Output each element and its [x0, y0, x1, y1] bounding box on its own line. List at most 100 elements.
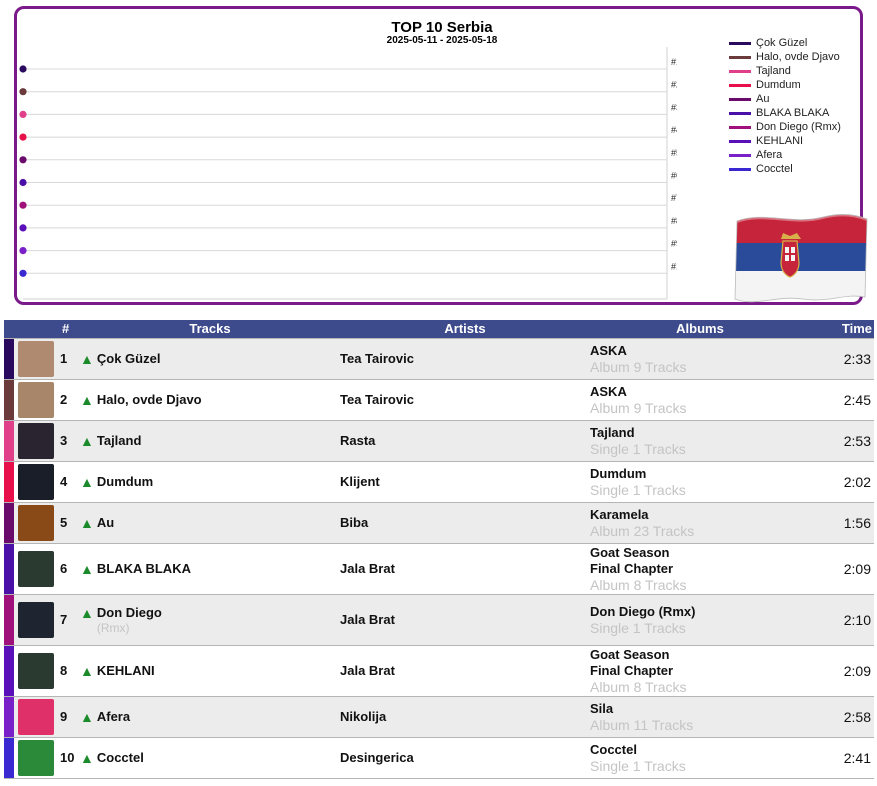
duration-cell: 2:41	[810, 736, 874, 779]
rank-cell: 3	[58, 419, 80, 462]
tracks-table: # Tracks Artists Albums Time 1 ▲ Çok Güzel…	[4, 320, 874, 779]
table-row[interactable]: 10 ▲ Cocctel Desingerica Cocctel Single 1 Tra…	[4, 736, 874, 779]
legend-item[interactable]: Tajland	[729, 64, 841, 78]
legend-item[interactable]: KEHLANI	[729, 134, 841, 148]
album-cell[interactable]: ASKA Album 9 Tracks	[590, 337, 810, 380]
data-point[interactable]	[19, 201, 27, 209]
album-cell[interactable]: Goat Season Final Chapter Album 8 Tracks	[590, 644, 810, 697]
data-point[interactable]	[19, 65, 27, 73]
artist-cell[interactable]: Tea Tairovic	[340, 378, 590, 421]
album-cell[interactable]: Cocctel Single 1 Tracks	[590, 736, 810, 779]
data-point[interactable]	[19, 224, 27, 232]
legend-item[interactable]: Cocctel	[729, 162, 841, 176]
track-cell[interactable]: ▲ Çok Güzel	[80, 337, 340, 380]
header-time: Time	[810, 320, 874, 338]
album-cover-image[interactable]	[18, 698, 54, 735]
track-cell[interactable]: ▲ Au	[80, 501, 340, 544]
cover-cell	[14, 736, 58, 779]
duration-cell: 2:53	[810, 419, 874, 462]
album-cover-image[interactable]	[18, 422, 54, 459]
table-row[interactable]: 5 ▲ Au Biba Karamela Album 23 Tracks 1:56	[4, 501, 874, 544]
table-row[interactable]: 3 ▲ Tajland Rasta Tajland Single 1 Tracks 2:53	[4, 419, 874, 462]
artist-cell[interactable]: Jala Brat	[340, 644, 590, 697]
data-point[interactable]	[19, 156, 27, 164]
legend-item[interactable]: Au	[729, 92, 841, 106]
artist-cell[interactable]: Desingerica	[340, 736, 590, 779]
legend-label: Çok Güzel	[756, 37, 808, 49]
album-cover-image[interactable]	[18, 550, 54, 587]
album-subtitle: Album 23 Tracks	[590, 522, 695, 539]
album-cell[interactable]: Tajland Single 1 Tracks	[590, 419, 810, 462]
up-arrow-icon: ▲	[80, 391, 94, 408]
album-cell[interactable]: Sila Album 11 Tracks	[590, 695, 810, 738]
rank-cell: 4	[58, 460, 80, 503]
artist-cell[interactable]: Klijent	[340, 460, 590, 503]
table-row[interactable]: 1 ▲ Çok Güzel Tea Tairovic ASKA Album 9 Track…	[4, 337, 874, 380]
legend-label: Tajland	[756, 65, 791, 77]
chart-panel: TOP 10 Serbia 2025-05-11 - 2025-05-18 #1…	[14, 6, 868, 305]
up-arrow-icon: ▲	[80, 708, 94, 725]
track-cell[interactable]: ▲ KEHLANI	[80, 644, 340, 697]
track-cell[interactable]: ▲ Cocctel	[80, 736, 340, 779]
track-cell[interactable]: ▲ Afera	[80, 695, 340, 738]
table-row[interactable]: 6 ▲ BLAKA BLAKA Jala Brat Goat Season Final …	[4, 542, 874, 595]
album-name: Goat Season Final Chapter	[590, 544, 674, 576]
album-cover-image[interactable]	[18, 601, 54, 638]
data-point[interactable]	[19, 178, 27, 187]
album-cover-image[interactable]	[18, 504, 54, 541]
album-cell[interactable]: Karamela Album 23 Tracks	[590, 501, 810, 544]
cover-cell	[14, 542, 58, 595]
duration-cell: 2:10	[810, 593, 874, 646]
album-cell[interactable]: Goat Season Final Chapter Album 8 Tracks	[590, 542, 810, 595]
artist-cell[interactable]: Jala Brat	[340, 593, 590, 646]
album-cover-image[interactable]	[18, 652, 54, 689]
track-cell[interactable]: ▲ Don Diego (Rmx)	[80, 593, 340, 646]
track-cell[interactable]: ▲ BLAKA BLAKA	[80, 542, 340, 595]
legend-item[interactable]: Dumdum	[729, 78, 841, 92]
data-point[interactable]	[19, 88, 27, 96]
up-arrow-icon: ▲	[80, 514, 94, 531]
rank-cell: 5	[58, 501, 80, 544]
data-point[interactable]	[19, 247, 27, 255]
data-point[interactable]	[19, 269, 27, 277]
album-cell[interactable]: Don Diego (Rmx) Single 1 Tracks	[590, 593, 810, 646]
table-row[interactable]: 7 ▲ Don Diego (Rmx) Jala Brat Don Diego (Rmx)…	[4, 593, 874, 646]
album-cover-image[interactable]	[18, 340, 54, 377]
header-rank: #	[58, 320, 80, 338]
artist-cell[interactable]: Rasta	[340, 419, 590, 462]
album-cover-image[interactable]	[18, 381, 54, 418]
legend-swatch	[729, 41, 751, 45]
artist-cell[interactable]: Biba	[340, 501, 590, 544]
artist-cell[interactable]: Tea Tairovic	[340, 337, 590, 380]
table-row[interactable]: 9 ▲ Afera Nikolija Sila Album 11 Tracks 2:58	[4, 695, 874, 738]
legend-item[interactable]: Halo, ovde Djavo	[729, 50, 841, 64]
header-blank	[4, 320, 58, 338]
album-cover-image[interactable]	[18, 463, 54, 500]
legend-swatch	[729, 111, 751, 115]
track-cell[interactable]: ▲ Tajland	[80, 419, 340, 462]
track-name: Halo, ovde Djavo	[96, 391, 202, 407]
data-point[interactable]	[19, 133, 27, 141]
album-cover-image[interactable]	[18, 739, 54, 776]
table-row[interactable]: 2 ▲ Halo, ovde Djavo Tea Tairovic ASKA Album …	[4, 378, 874, 421]
track-name: Dumdum	[96, 473, 154, 489]
legend-swatch	[729, 167, 751, 171]
legend-item[interactable]: BLAKA BLAKA	[729, 106, 841, 120]
legend-swatch	[729, 139, 751, 143]
artist-cell[interactable]: Jala Brat	[340, 542, 590, 595]
artist-cell[interactable]: Nikolija	[340, 695, 590, 738]
track-cell[interactable]: ▲ Halo, ovde Djavo	[80, 378, 340, 421]
legend-item[interactable]: Çok Güzel	[729, 36, 841, 50]
table-row[interactable]: 8 ▲ KEHLANI Jala Brat Goat Season Final Chap…	[4, 644, 874, 697]
row-color-strip	[4, 736, 14, 779]
data-point[interactable]	[19, 110, 27, 118]
legend-item[interactable]: Don Diego (Rmx)	[729, 120, 841, 134]
table-row[interactable]: 4 ▲ Dumdum Klijent Dumdum Single 1 Tracks 2:02	[4, 460, 874, 503]
duration-cell: 2:09	[810, 542, 874, 595]
chart-plot: #1 #2 #3 #4 #5 #6 #7 #8 #9 #10	[19, 47, 677, 300]
album-cell[interactable]: ASKA Album 9 Tracks	[590, 378, 810, 421]
album-cell[interactable]: Dumdum Single 1 Tracks	[590, 460, 810, 503]
y-tick-label: #6	[671, 171, 677, 181]
legend-item[interactable]: Afera	[729, 148, 841, 162]
track-cell[interactable]: ▲ Dumdum	[80, 460, 340, 503]
